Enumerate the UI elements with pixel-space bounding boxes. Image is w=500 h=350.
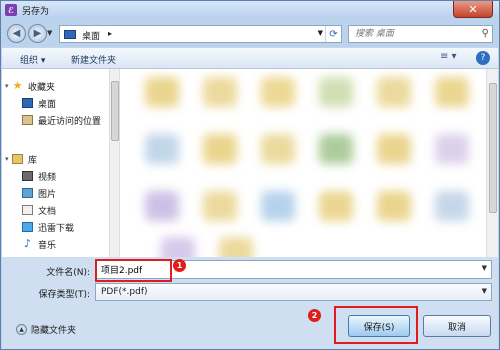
blurred-file-icon[interactable] [219, 237, 253, 257]
blurred-file-icon[interactable] [261, 134, 295, 164]
chevron-up-icon: ▲ [16, 324, 27, 335]
sidebar-item-music[interactable]: ♪ 音乐 [22, 237, 56, 251]
navigation-row: ◀ ▶ ▼ 桌面 ▸ ▼ ⟳ ⚲ [1, 19, 499, 47]
search-input[interactable] [349, 26, 477, 42]
close-button[interactable]: ✕ [453, 1, 493, 18]
sidebar-item-label: 文档 [38, 206, 57, 217]
hide-folders-label: 隐藏文件夹 [31, 326, 77, 336]
blurred-file-icon[interactable] [435, 191, 469, 221]
blurred-file-icon[interactable] [203, 134, 237, 164]
title-bar: ℰ 另存为 ✕ [1, 1, 499, 19]
desktop-icon [64, 30, 76, 39]
pictures-icon [22, 188, 33, 198]
sidebar-item-label: 桌面 [38, 99, 57, 110]
sidebar-item-videos[interactable]: 视频 [22, 169, 56, 183]
history-dropdown-icon[interactable]: ▼ [47, 29, 52, 37]
blurred-file-icon[interactable] [319, 134, 353, 164]
sidebar-item-pictures[interactable]: 图片 [22, 186, 56, 200]
sidebar-item-label: 图片 [38, 189, 57, 200]
blurred-file-icon[interactable] [377, 77, 411, 107]
navigation-scrollbar[interactable] [110, 69, 120, 257]
collapse-icon[interactable]: ▾ [5, 82, 9, 90]
collapse-icon[interactable]: ▾ [5, 155, 9, 163]
sidebar-item-recent-places[interactable]: 最近访问的位置 [22, 113, 101, 127]
annotation-badge-2: 2 [308, 309, 321, 322]
sidebar-item-documents[interactable]: 文档 [22, 203, 56, 217]
blurred-file-icon[interactable] [203, 77, 237, 107]
filetype-label: 保存类型(T): [38, 290, 90, 300]
new-folder-button[interactable]: 新建文件夹 [71, 53, 116, 66]
content-area: ▾ ★ 收藏夹 桌面 最近访问的位置 ▾ 库 视频 图片 文档 迅雷下载 ♪ 音… [2, 69, 498, 257]
video-icon [22, 171, 33, 181]
blurred-file-icon[interactable] [435, 77, 469, 107]
blurred-file-icon[interactable] [203, 191, 237, 221]
help-icon[interactable]: ? [476, 51, 490, 65]
filename-dropdown-icon[interactable]: ▼ [482, 264, 487, 272]
save-options-panel: 文件名(N): ▼ 1 保存类型(T): PDF(*.pdf) ▼ ▲ 隐藏文件… [2, 257, 498, 349]
scrollbar-thumb[interactable] [111, 81, 119, 141]
blurred-file-icon[interactable] [261, 191, 295, 221]
window-title: 另存为 [22, 7, 50, 17]
filename-label: 文件名(N): [46, 268, 90, 278]
blurred-file-icon[interactable] [145, 191, 179, 221]
organize-menu[interactable]: 组织 ▾ [20, 53, 45, 66]
blurred-file-icon[interactable] [261, 77, 295, 107]
blurred-file-icon[interactable] [161, 237, 195, 257]
refresh-icon[interactable]: ⟳ [325, 26, 341, 42]
search-icon[interactable]: ⚲ [482, 28, 489, 39]
desktop-icon [22, 98, 33, 108]
blurred-file-icon[interactable] [377, 191, 411, 221]
sidebar-item-label: 视频 [38, 172, 57, 183]
blurred-file-icon[interactable] [377, 134, 411, 164]
music-icon: ♪ [23, 237, 32, 250]
sidebar-item-label: 最近访问的位置 [38, 116, 102, 127]
sidebar-item-thunder-download[interactable]: 迅雷下载 [22, 220, 74, 234]
star-icon: ★ [12, 79, 23, 92]
address-bar[interactable]: 桌面 ▸ ▼ ⟳ [59, 25, 342, 43]
blurred-file-icon[interactable] [319, 77, 353, 107]
forward-button[interactable]: ▶ [28, 24, 47, 43]
address-location[interactable]: 桌面 [82, 29, 100, 42]
sidebar-item-label: 音乐 [38, 240, 57, 251]
sidebar-item-desktop[interactable]: 桌面 [22, 96, 56, 110]
sidebar-item-label: 库 [28, 155, 38, 166]
search-box[interactable]: ⚲ [348, 25, 493, 43]
back-button[interactable]: ◀ [7, 24, 26, 43]
address-dropdown-icon[interactable]: ▼ [318, 29, 323, 37]
blurred-file-icon[interactable] [145, 134, 179, 164]
documents-icon [22, 205, 33, 215]
view-options-icon[interactable]: ≡ ▾ [440, 51, 457, 62]
library-icon [12, 154, 23, 164]
hide-folders-toggle[interactable]: ▲ 隐藏文件夹 [16, 323, 76, 336]
annotation-box-filename [95, 259, 172, 282]
filetype-value: PDF(*.pdf) [101, 287, 148, 297]
filetype-dropdown-icon[interactable]: ▼ [482, 287, 487, 295]
file-list[interactable] [121, 69, 485, 257]
blurred-file-icon[interactable] [319, 191, 353, 221]
filetype-select[interactable]: PDF(*.pdf) ▼ [95, 283, 492, 301]
sidebar-item-favorites[interactable]: ★ 收藏夹 [12, 79, 55, 93]
file-list-scrollbar[interactable] [486, 69, 498, 257]
cancel-button[interactable]: 取消 [423, 315, 491, 337]
recent-places-icon [22, 115, 33, 125]
annotation-badge-1: 1 [173, 259, 186, 272]
thunder-download-icon [22, 222, 33, 232]
sidebar-item-label: 迅雷下载 [38, 223, 75, 234]
save-as-dialog: ℰ 另存为 ✕ ◀ ▶ ▼ 桌面 ▸ ▼ ⟳ ⚲ 组织 ▾ 新建文件夹 ≡ ▾ … [0, 0, 500, 350]
breadcrumb-arrow-icon[interactable]: ▸ [108, 29, 112, 38]
blurred-file-icon[interactable] [435, 134, 469, 164]
sidebar-item-libraries[interactable]: 库 [12, 152, 37, 166]
scrollbar-thumb[interactable] [489, 83, 497, 213]
annotation-box-save [334, 306, 418, 344]
blurred-file-icon[interactable] [145, 77, 179, 107]
navigation-pane: ▾ ★ 收藏夹 桌面 最近访问的位置 ▾ 库 视频 图片 文档 迅雷下载 ♪ 音… [2, 69, 110, 257]
toolbar: 组织 ▾ 新建文件夹 ≡ ▾ ? [2, 47, 498, 69]
sidebar-item-label: 收藏夹 [28, 82, 56, 93]
app-icon: ℰ [5, 4, 17, 16]
